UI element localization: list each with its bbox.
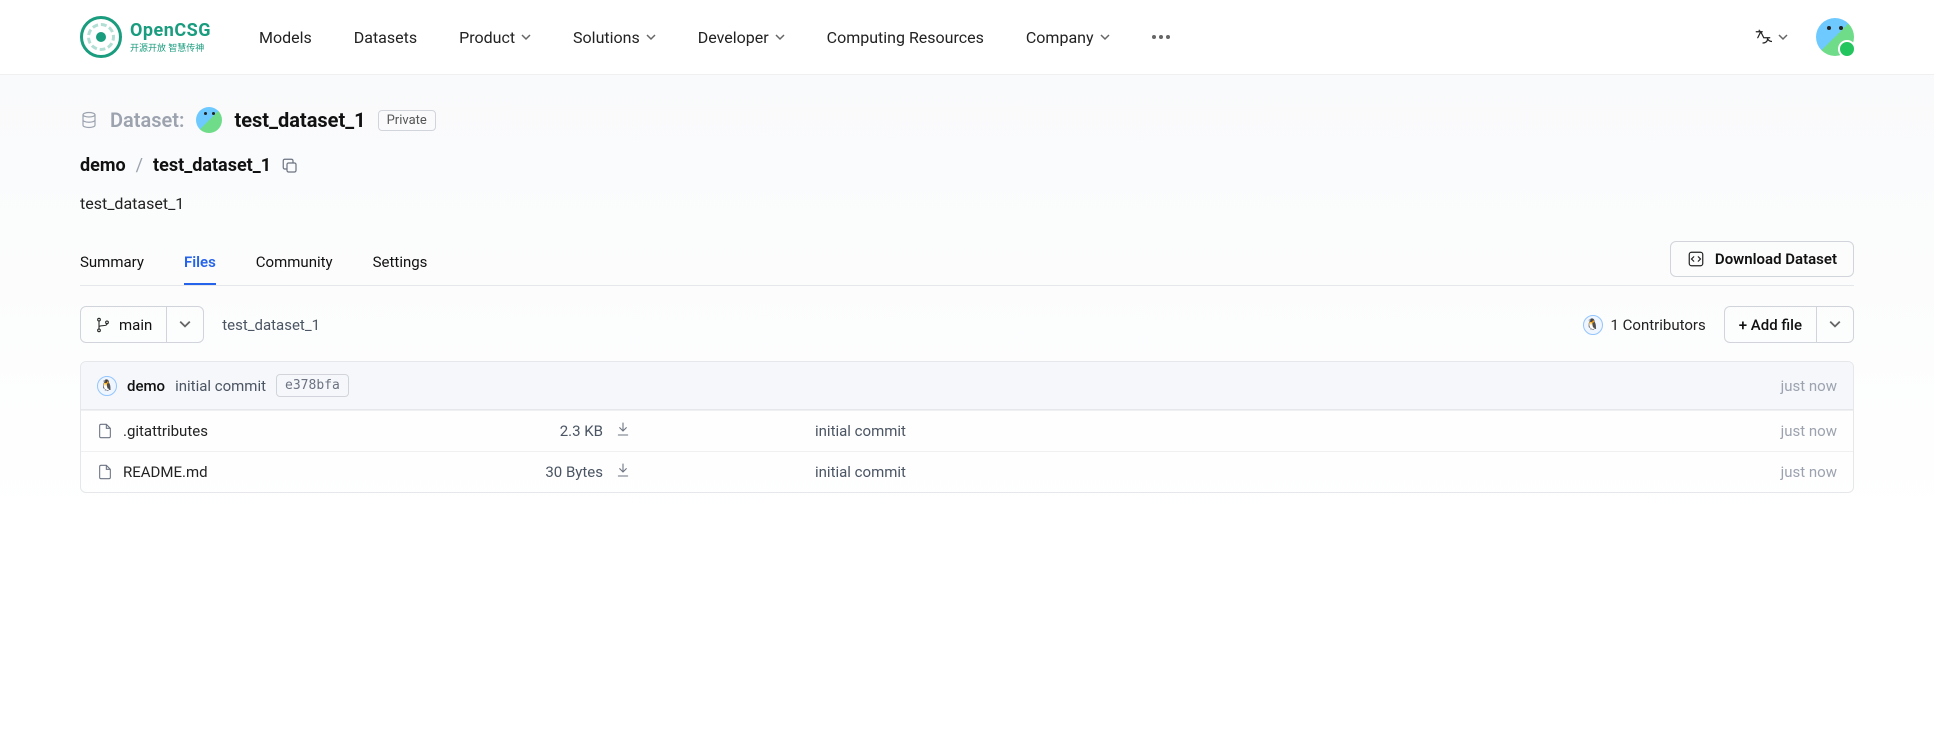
download-dataset-label: Download Dataset <box>1715 250 1837 268</box>
download-file-button[interactable] <box>615 462 815 482</box>
nav-item-computing-resources[interactable]: Computing Resources <box>827 28 984 47</box>
nav-item-models[interactable]: Models <box>259 28 312 47</box>
file-name[interactable]: README.md <box>123 463 513 481</box>
code-download-icon <box>1687 250 1705 268</box>
branch-select[interactable]: main <box>80 306 204 343</box>
entity-title-row: Dataset: test_dataset_1 Private <box>80 107 1854 133</box>
commit-time: just now <box>1781 377 1837 395</box>
tabs-row: Summary Files Community Settings Downloa… <box>80 241 1854 286</box>
files-toolbar: main test_dataset_1 🐧 1 Contributors + A… <box>80 286 1854 361</box>
chevron-down-icon <box>646 32 656 42</box>
logo-icon <box>80 16 122 58</box>
tab-community[interactable]: Community <box>256 241 333 285</box>
breadcrumb-repo[interactable]: test_dataset_1 <box>153 155 271 176</box>
database-icon <box>80 111 98 129</box>
file-row[interactable]: .gitattributes 2.3 KB initial commit jus… <box>81 410 1853 451</box>
git-branch-icon <box>95 317 111 333</box>
tab-summary[interactable]: Summary <box>80 241 144 285</box>
download-icon <box>615 421 631 437</box>
chevron-down-icon <box>1829 318 1841 330</box>
contributors[interactable]: 🐧 1 Contributors <box>1583 315 1706 335</box>
nav-item-solutions[interactable]: Solutions <box>573 28 656 47</box>
breadcrumb: demo / test_dataset_1 <box>80 155 1854 176</box>
nav-item-developer[interactable]: Developer <box>698 28 785 47</box>
branch-name: main <box>119 316 152 334</box>
page-body: Dataset: test_dataset_1 Private demo / t… <box>0 75 1934 525</box>
file-icon <box>97 464 113 480</box>
owner-avatar <box>196 107 222 133</box>
commit-message[interactable]: initial commit <box>175 377 266 395</box>
chevron-down-icon <box>775 32 785 42</box>
more-icon[interactable] <box>1152 35 1170 39</box>
chevron-down-icon <box>179 318 191 330</box>
language-switch[interactable] <box>1754 28 1788 46</box>
chevron-down-icon <box>1100 32 1110 42</box>
file-size: 2.3 KB <box>513 422 603 440</box>
add-file-dropdown-toggle[interactable] <box>1816 307 1853 342</box>
translate-icon <box>1754 28 1772 46</box>
add-file-button[interactable]: + Add file <box>1724 306 1854 343</box>
privacy-badge: Private <box>378 110 436 131</box>
download-icon <box>615 462 631 478</box>
tabs: Summary Files Community Settings <box>80 241 1670 285</box>
chevron-down-icon <box>1778 32 1788 42</box>
logo-text: OpenCSG 开源开放 智慧传神 <box>130 20 211 54</box>
file-time: just now <box>1781 422 1837 440</box>
file-time: just now <box>1781 463 1837 481</box>
nav-item-product[interactable]: Product <box>459 28 531 47</box>
tab-settings[interactable]: Settings <box>373 241 428 285</box>
user-avatar[interactable] <box>1816 18 1854 56</box>
logo[interactable]: OpenCSG 开源开放 智慧传神 <box>80 16 211 58</box>
download-dataset-button[interactable]: Download Dataset <box>1670 241 1854 277</box>
file-row[interactable]: README.md 30 Bytes initial commit just n… <box>81 451 1853 492</box>
nav-item-company[interactable]: Company <box>1026 28 1110 47</box>
brand-tagline: 开源开放 智慧传神 <box>130 41 211 54</box>
breadcrumb-separator: / <box>136 155 143 176</box>
penguin-icon: 🐧 <box>1583 315 1603 335</box>
path-text: test_dataset_1 <box>222 316 320 334</box>
branch-dropdown-toggle[interactable] <box>166 307 203 342</box>
entity-description: test_dataset_1 <box>80 194 1854 213</box>
entity-kind-label: Dataset: <box>110 108 184 132</box>
file-icon <box>97 423 113 439</box>
file-commit-message[interactable]: initial commit <box>815 463 1781 481</box>
tab-files[interactable]: Files <box>184 241 216 285</box>
download-file-button[interactable] <box>615 421 815 441</box>
nav-item-datasets[interactable]: Datasets <box>354 28 417 47</box>
file-name[interactable]: .gitattributes <box>123 422 513 440</box>
contributors-label: 1 Contributors <box>1611 316 1706 334</box>
copy-icon[interactable] <box>281 157 299 175</box>
commit-author[interactable]: demo <box>127 377 165 395</box>
brand-name: OpenCSG <box>130 20 211 41</box>
file-size: 30 Bytes <box>513 463 603 481</box>
penguin-icon: 🐧 <box>97 376 117 396</box>
latest-commit-row: 🐧 demo initial commit e378bfa just now <box>81 362 1853 410</box>
file-panel: 🐧 demo initial commit e378bfa just now .… <box>80 361 1854 493</box>
file-commit-message[interactable]: initial commit <box>815 422 1781 440</box>
entity-name: test_dataset_1 <box>234 108 365 132</box>
header-tools <box>1754 18 1854 56</box>
main-nav: Models Datasets Product Solutions Develo… <box>259 28 1754 47</box>
add-file-label: + Add file <box>1725 308 1816 342</box>
breadcrumb-owner[interactable]: demo <box>80 155 126 176</box>
chevron-down-icon <box>521 32 531 42</box>
commit-hash[interactable]: e378bfa <box>276 374 349 397</box>
top-header: OpenCSG 开源开放 智慧传神 Models Datasets Produc… <box>0 0 1934 75</box>
